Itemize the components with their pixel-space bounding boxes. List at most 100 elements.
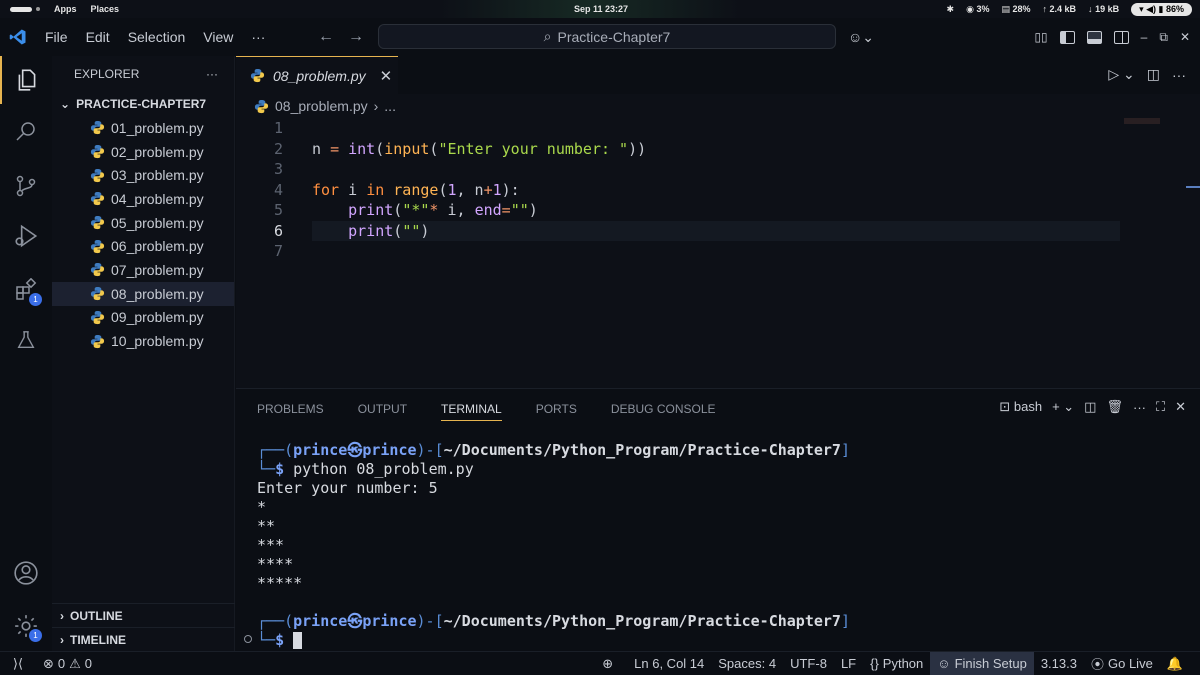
explorer-more-icon[interactable]: ··· [206, 67, 218, 81]
error-count: 0 [57, 656, 66, 671]
finish-setup-button[interactable]: ☺ Finish Setup [930, 651, 1034, 675]
workspace-dot[interactable] [36, 7, 40, 11]
zoom-icon[interactable]: ⊕ [588, 652, 627, 675]
customize-layout-icon[interactable]: ▯▯ [1034, 30, 1047, 44]
file-item[interactable]: 08_problem.py [52, 281, 234, 306]
terminal-prompt-line: ┌──(prince㉿prince)-[~/Documents/Python_P… [257, 612, 850, 630]
forward-arrow-icon[interactable]: → [348, 28, 364, 46]
end-of-line[interactable]: LF [834, 652, 863, 675]
extensions-icon[interactable]: 1 [0, 266, 52, 314]
command-center-search[interactable]: ⌕ Practice-Chapter7 [378, 24, 836, 49]
terminal-shell-selector[interactable]: ⊡ bash [999, 399, 1042, 415]
file-item[interactable]: 03_problem.py [52, 163, 234, 187]
maximize-panel-icon[interactable]: ⛶ [1156, 399, 1165, 415]
settings-gear-icon[interactable]: 1 [0, 602, 52, 650]
menu-selection[interactable]: Selection [119, 29, 195, 45]
more-actions-icon[interactable]: ··· [1133, 400, 1146, 415]
bluetooth-icon[interactable]: ✱ [947, 4, 955, 15]
system-status-menu[interactable]: ▾ ◀) ▮ 86% [1131, 2, 1192, 16]
terminal-output[interactable]: ┌──(prince㉿prince)-[~/Documents/Python_P… [257, 441, 1180, 650]
python-file-icon [90, 263, 105, 277]
layout-controls: ▯▯ – ⧉ ✕ [1034, 30, 1190, 45]
split-terminal-icon[interactable]: ◫ [1084, 399, 1096, 415]
kill-terminal-icon[interactable]: 🗑 [1106, 399, 1123, 415]
tab-problems[interactable]: PROBLEMS [236, 389, 337, 429]
encoding[interactable]: UTF-8 [783, 652, 834, 675]
terminal-command-line: └─$ python 08_problem.py [257, 460, 474, 478]
run-debug-icon[interactable] [0, 212, 52, 260]
toggle-primary-sidebar-icon[interactable] [1059, 30, 1075, 44]
code-editor[interactable]: 1 2n = int(input("Enter your number: "))… [236, 118, 1200, 388]
mem-indicator[interactable]: ▤ 28% [1001, 4, 1030, 15]
menu-more[interactable]: ··· [242, 29, 274, 45]
tab-ports[interactable]: PORTS [515, 389, 590, 429]
timeline-section[interactable]: › TIMELINE [52, 627, 235, 651]
tab-output[interactable]: OUTPUT [337, 389, 420, 429]
toggle-panel-icon[interactable] [1086, 30, 1102, 44]
indentation[interactable]: Spaces: 4 [711, 652, 783, 675]
copilot-icon[interactable]: ☺⌄ [848, 29, 874, 46]
explorer-icon[interactable] [0, 56, 52, 104]
command-decoration-icon[interactable] [244, 635, 252, 643]
file-item[interactable]: 07_problem.py [52, 258, 234, 282]
os-clock[interactable]: Sep 11 23:27 [574, 4, 628, 14]
close-panel-icon[interactable]: ✕ [1175, 399, 1186, 415]
outline-label: OUTLINE [70, 608, 123, 623]
run-file-icon[interactable]: ▷ ⌄ [1108, 66, 1134, 83]
search-sidebar-icon[interactable] [0, 107, 52, 155]
os-menu-places[interactable]: Places [91, 4, 120, 14]
file-item[interactable]: 10_problem.py [52, 329, 234, 353]
broadcast-icon: ⦿ [1090, 657, 1104, 672]
workspace-indicator[interactable] [10, 6, 32, 12]
file-item[interactable]: 01_problem.py [52, 116, 234, 140]
back-arrow-icon[interactable]: ← [318, 28, 334, 46]
menu-file[interactable]: File [36, 29, 77, 45]
cpu-indicator[interactable]: ◉ 3% [966, 4, 989, 15]
terminal-output-line: ** [257, 517, 276, 535]
bottom-panel: PROBLEMS OUTPUT TERMINAL PORTS DEBUG CON… [236, 388, 1200, 651]
os-menu-apps[interactable]: Apps [54, 4, 77, 14]
file-item[interactable]: 02_problem.py [52, 140, 234, 164]
go-live-button[interactable]: ⦿ Go Live [1084, 652, 1160, 675]
file-item[interactable]: 05_problem.py [52, 211, 234, 235]
menu-view[interactable]: View [194, 29, 242, 45]
editor-tab[interactable]: 08_problem.py ✕ [236, 56, 398, 94]
problems-status[interactable]: ⊗ 0 ⚠ 0 [36, 652, 99, 675]
account-icon[interactable] [0, 549, 52, 597]
breadcrumb-more[interactable]: ... [384, 98, 396, 114]
python-interpreter[interactable]: 3.13.3 [1034, 652, 1084, 675]
net-down-indicator[interactable]: ↓ 19 kB [1088, 4, 1119, 14]
workspace-folder[interactable]: ⌄ PRACTICE-CHAPTER7 [52, 92, 234, 116]
cursor-position[interactable]: Ln 6, Col 14 [627, 652, 711, 675]
close-tab-icon[interactable]: ✕ [380, 67, 393, 85]
tab-terminal[interactable]: TERMINAL [420, 389, 515, 429]
breadcrumb-file[interactable]: 08_problem.py [275, 98, 368, 114]
language-mode[interactable]: {} Python [863, 652, 930, 675]
file-label: 01_problem.py [111, 119, 204, 136]
split-editor-icon[interactable]: ◫ [1147, 66, 1160, 83]
code-line: 3 [236, 159, 1200, 180]
testing-icon[interactable] [0, 316, 52, 364]
file-item[interactable]: 09_problem.py [52, 306, 234, 330]
source-control-icon[interactable] [0, 162, 52, 210]
code-line: 1 [236, 118, 1200, 139]
new-terminal-icon[interactable]: + ⌄ [1052, 399, 1074, 415]
close-window-icon[interactable]: ✕ [1180, 30, 1190, 44]
menu-edit[interactable]: Edit [77, 29, 119, 45]
file-item[interactable]: 06_problem.py [52, 234, 234, 258]
python-file-icon [90, 239, 105, 253]
remote-indicator-icon[interactable]: ⟩⟨ [0, 652, 36, 675]
line-number: 1 [273, 119, 283, 138]
toggle-secondary-sidebar-icon[interactable] [1113, 30, 1129, 44]
tab-debug-console[interactable]: DEBUG CONSOLE [590, 389, 729, 429]
restore-icon[interactable]: ⧉ [1159, 30, 1168, 45]
outline-section[interactable]: › OUTLINE [52, 603, 235, 627]
activity-bar: 1 1 [0, 56, 52, 651]
file-label: 09_problem.py [111, 309, 204, 326]
minimize-icon[interactable]: – [1141, 30, 1148, 44]
more-actions-icon[interactable]: ··· [1172, 67, 1186, 83]
notifications-bell-icon[interactable]: 🔔 [1160, 652, 1190, 675]
net-up-indicator[interactable]: ↑ 2.4 kB [1043, 4, 1077, 14]
panel-actions: ⊡ bash + ⌄ ◫ 🗑 ··· ⛶ ✕ [999, 399, 1186, 415]
file-item[interactable]: 04_problem.py [52, 187, 234, 211]
